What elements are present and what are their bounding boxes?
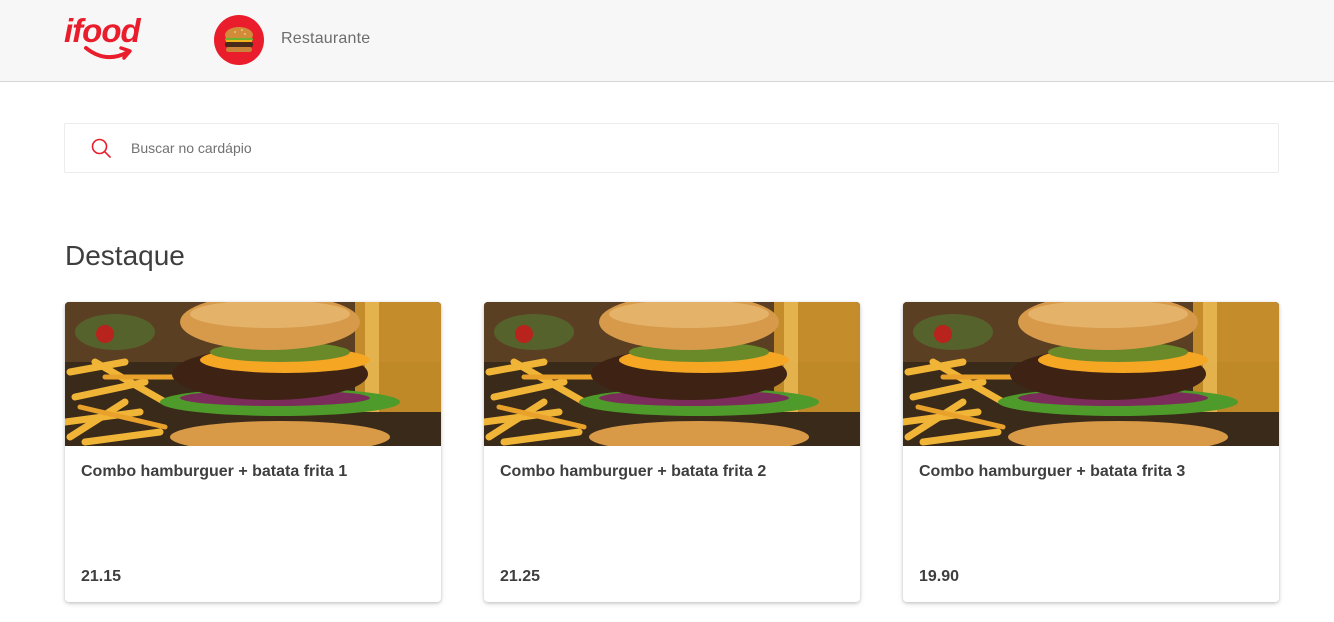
product-price: 21.15 <box>81 568 122 585</box>
svg-text:ifood: ifood <box>64 12 141 49</box>
restaurant-avatar[interactable] <box>214 15 264 65</box>
product-image <box>65 302 441 446</box>
product-title: Combo hamburguer + batata frita 1 <box>81 463 348 480</box>
search-bar[interactable] <box>64 123 1279 173</box>
product-price: 19.90 <box>919 568 960 585</box>
search-input[interactable] <box>131 124 1261 172</box>
burger-icon <box>225 27 253 52</box>
restaurant-name[interactable]: Restaurante <box>281 30 370 48</box>
app-header: ifood Restaurante <box>0 0 1334 82</box>
product-title: Combo hamburguer + batata frita 2 <box>500 463 767 480</box>
product-title: Combo hamburguer + batata frita 3 <box>919 463 1186 480</box>
ifood-logo[interactable]: ifood <box>62 12 156 64</box>
search-icon <box>91 138 111 158</box>
product-image <box>484 302 860 446</box>
product-price: 21.25 <box>500 568 541 585</box>
product-card[interactable]: Combo hamburguer + batata frita 3 19.90 <box>903 302 1279 602</box>
product-image <box>903 302 1279 446</box>
section-title: Destaque <box>65 240 185 271</box>
product-card[interactable]: Combo hamburguer + batata frita 2 21.25 <box>484 302 860 602</box>
product-card[interactable]: Combo hamburguer + batata frita 1 21.15 <box>65 302 441 602</box>
